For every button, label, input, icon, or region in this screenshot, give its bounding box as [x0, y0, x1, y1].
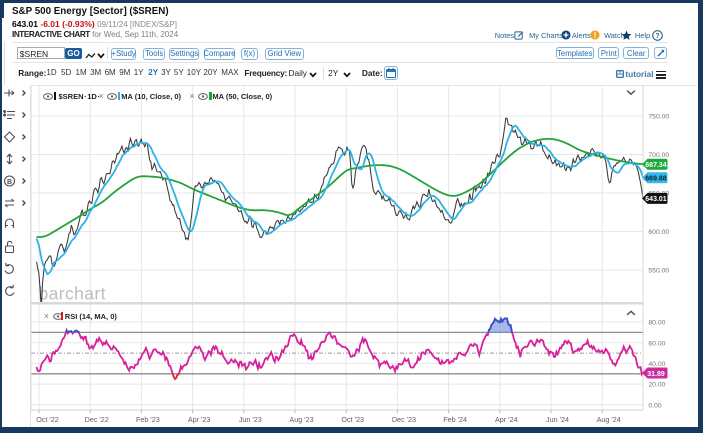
- svg-text:Feb '23: Feb '23: [136, 415, 160, 424]
- svg-text:Jun '24: Jun '24: [546, 415, 569, 424]
- svg-text:Apr '23: Apr '23: [187, 415, 210, 424]
- svg-text:Oct '22: Oct '22: [36, 415, 59, 424]
- svg-text:669.88: 669.88: [645, 176, 667, 183]
- svg-text:Oct '23: Oct '23: [341, 415, 364, 424]
- svg-text:687.34: 687.34: [645, 162, 667, 169]
- svg-text:Dec '22: Dec '22: [84, 415, 108, 424]
- svg-text:700.00: 700.00: [648, 152, 669, 159]
- svg-text:0.00: 0.00: [648, 402, 661, 409]
- svg-text:?: ?: [655, 32, 659, 39]
- svg-text:40.00: 40.00: [648, 361, 665, 368]
- svg-text:B: B: [7, 179, 12, 186]
- svg-text:Feb '24: Feb '24: [443, 415, 467, 424]
- svg-text:Jun '23: Jun '23: [238, 415, 261, 424]
- svg-text:20.00: 20.00: [648, 382, 665, 389]
- svg-text:600.00: 600.00: [648, 229, 669, 236]
- svg-text:Aug '24: Aug '24: [596, 415, 620, 424]
- svg-text:Apr '24: Apr '24: [495, 415, 518, 424]
- svg-text:750.00: 750.00: [648, 114, 669, 121]
- svg-text:643.01: 643.01: [645, 196, 667, 203]
- svg-text:Aug '23: Aug '23: [289, 415, 313, 424]
- svg-text:550.00: 550.00: [648, 268, 669, 275]
- svg-text:80.00: 80.00: [648, 320, 665, 327]
- svg-text:31.89: 31.89: [647, 371, 665, 378]
- svg-text:Dec '23: Dec '23: [391, 415, 415, 424]
- svg-text:60.00: 60.00: [648, 340, 665, 347]
- svg-text:barchart: barchart: [38, 284, 105, 304]
